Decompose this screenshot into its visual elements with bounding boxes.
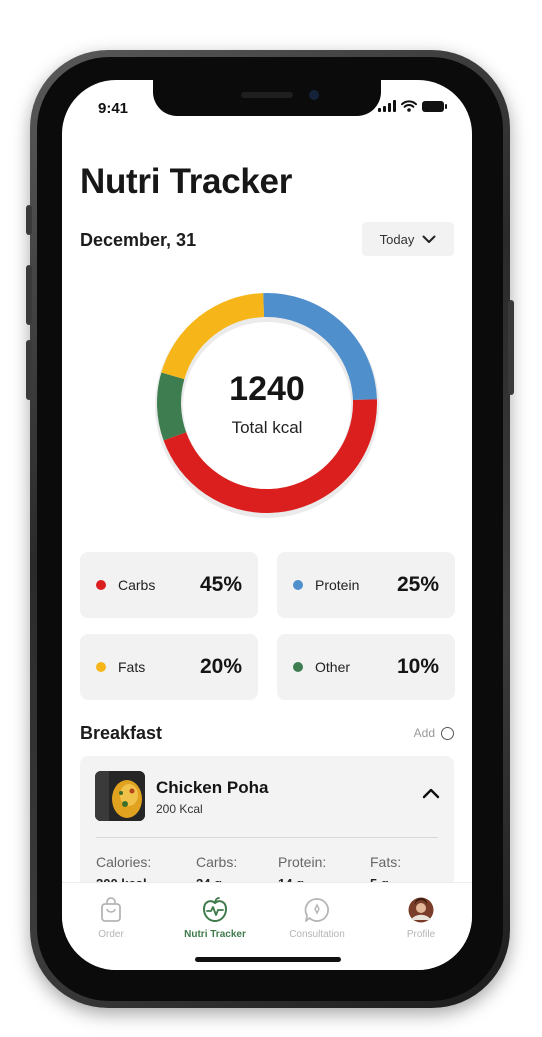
nav-label: Order bbox=[98, 929, 124, 940]
front-camera bbox=[309, 90, 319, 100]
total-kcal-value: 1240 bbox=[229, 370, 305, 408]
nav-item-profile[interactable]: Profile bbox=[371, 897, 471, 940]
nav-item-order[interactable]: Order bbox=[62, 897, 161, 940]
nav-label: Consultation bbox=[289, 929, 345, 940]
phone-screen: 9:41 Nutri Tracker December, 31 Today 12… bbox=[62, 80, 472, 970]
nav-item-nutri-tracker[interactable]: Nutri Tracker bbox=[165, 897, 265, 940]
add-meal-button[interactable]: Add bbox=[414, 726, 454, 740]
silent-switch bbox=[26, 205, 32, 235]
date-range-value: Today bbox=[379, 231, 415, 247]
nutrient-label: Fats: bbox=[370, 854, 402, 870]
nutrient-label: Carbs: bbox=[196, 854, 238, 870]
nav-label: Nutri Tracker bbox=[184, 929, 246, 940]
add-label: Add bbox=[413, 726, 435, 740]
page-title: Nutri Tracker bbox=[80, 162, 293, 201]
macro-card-fats[interactable]: Fats 20% bbox=[80, 634, 258, 700]
battery-icon bbox=[422, 100, 447, 112]
avatar-icon bbox=[408, 897, 434, 923]
current-date: December, 31 bbox=[80, 230, 197, 250]
macro-card-other[interactable]: Other 10% bbox=[277, 634, 455, 700]
meal-kcal: 200 Kcal bbox=[156, 802, 203, 816]
protein-color-dot bbox=[293, 580, 303, 590]
total-kcal-label: Total kcal bbox=[231, 418, 303, 437]
macro-percent: 20% bbox=[199, 655, 242, 678]
meal-thumbnail bbox=[95, 771, 145, 821]
nutrition-icon bbox=[202, 897, 228, 923]
macro-label: Fats bbox=[118, 659, 146, 675]
signal-icon bbox=[378, 100, 396, 112]
meal-divider bbox=[96, 837, 438, 838]
nav-item-consultation[interactable]: Consultation bbox=[267, 897, 367, 940]
macro-card-carbs[interactable]: Carbs 45% bbox=[80, 552, 258, 618]
volume-up-button bbox=[26, 265, 32, 325]
calorie-donut-chart: 1240 Total kcal bbox=[152, 288, 382, 518]
macro-percent: 10% bbox=[396, 655, 439, 678]
power-button bbox=[508, 300, 514, 395]
macro-card-protein[interactable]: Protein 25% bbox=[277, 552, 455, 618]
carbs-color-dot bbox=[96, 580, 106, 590]
volume-down-button bbox=[26, 340, 32, 400]
status-time: 9:41 bbox=[98, 100, 129, 117]
earpiece-speaker bbox=[241, 92, 293, 98]
meal-name: Chicken Poha bbox=[156, 778, 269, 797]
macro-label: Other bbox=[315, 659, 351, 675]
other-color-dot bbox=[293, 662, 303, 672]
macro-percent: 45% bbox=[199, 573, 242, 596]
notch bbox=[153, 80, 381, 116]
shopping-bag-icon bbox=[101, 897, 121, 922]
breakfast-section-title: Breakfast bbox=[80, 723, 163, 743]
wifi-icon bbox=[401, 100, 417, 112]
chevron-up-icon[interactable] bbox=[422, 788, 440, 799]
macro-label: Carbs bbox=[118, 577, 156, 593]
add-circle-icon bbox=[441, 726, 454, 740]
date-range-dropdown[interactable]: Today bbox=[362, 222, 454, 256]
macro-label: Protein bbox=[315, 577, 360, 593]
status-icons bbox=[378, 100, 447, 112]
nutrient-label: Protein: bbox=[278, 854, 327, 870]
chevron-down-icon bbox=[422, 235, 436, 243]
food-image-icon bbox=[95, 771, 145, 821]
nutrient-label: Calories: bbox=[96, 854, 152, 870]
fats-color-dot bbox=[96, 662, 106, 672]
chat-icon bbox=[304, 898, 329, 922]
macro-percent: 25% bbox=[396, 573, 439, 596]
home-indicator[interactable] bbox=[195, 957, 341, 962]
nav-label: Profile bbox=[406, 929, 436, 940]
